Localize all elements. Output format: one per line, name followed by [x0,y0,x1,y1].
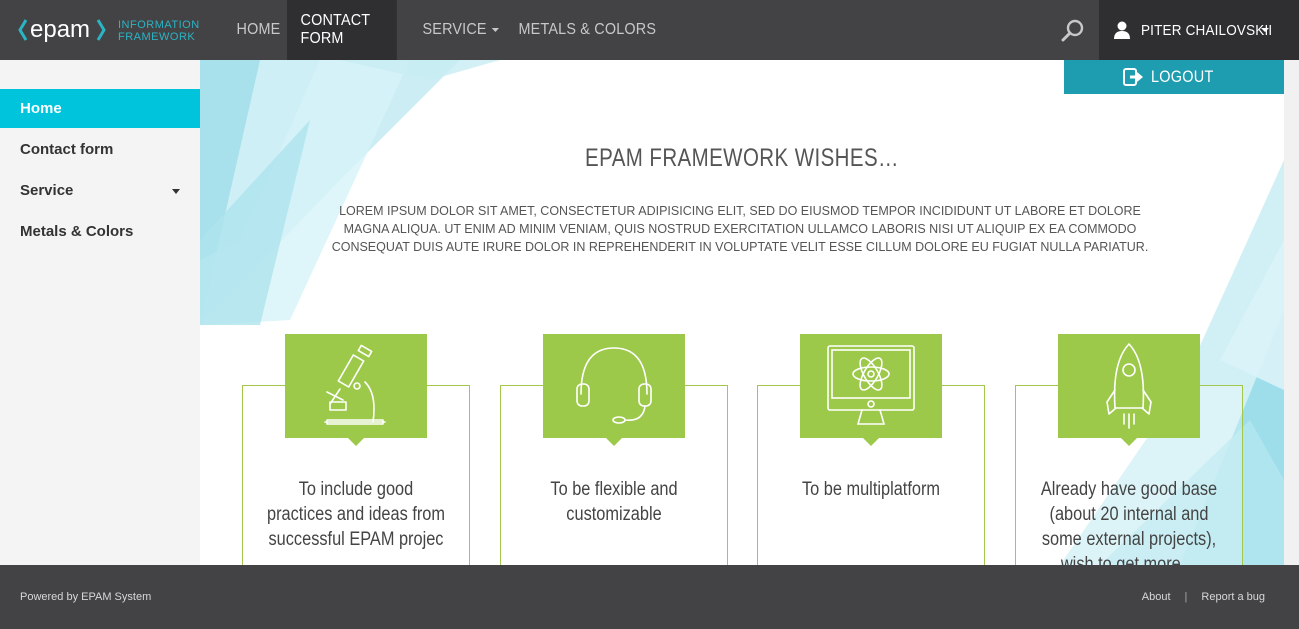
nav-contact-form[interactable]: CONTACT FORM [287,0,397,60]
logo-subtitle-line2: FRAMEWORK [118,31,196,43]
sidebar-item-label: Service [20,182,74,199]
powered-by-text: Powered by EPAM System [20,591,152,603]
sidebar-item-service[interactable]: Service [0,171,200,210]
sidebar-item-metals-colors[interactable]: Metals & Colors [0,212,200,251]
benefit-icon-container [800,334,942,438]
benefit-text: To include good practices and ideas from… [266,479,446,550]
user-menu[interactable]: PITER CHAILOVSKII [1099,0,1299,60]
footer-separator: | [1184,591,1188,603]
benefit-icon-container [1058,334,1200,438]
page-title: EPAM FRAMEWORK WISHES… [585,144,899,172]
main-nav: HOME CONTACT FORM SERVICE METALS & COLOR… [223,0,688,60]
nav-home-label: HOME [236,21,281,38]
logo-subtitle-line1: INFORMATION [118,19,200,31]
benefit-icon-container [285,334,427,438]
benefit-pointer [863,438,879,446]
nav-contact-form-label: CONTACT FORM [300,12,371,47]
rocket-icon [1106,343,1152,429]
sidebar-item-contact-form[interactable]: Contact form [0,130,200,169]
report-bug-link[interactable]: Report a bug [1201,591,1265,603]
benefit-pointer [1121,438,1137,446]
vertical-scrollbar[interactable] [1284,60,1299,565]
nav-home[interactable]: HOME [223,0,281,60]
benefit-text: To be multiplatform [801,479,941,500]
benefit-pointer [606,438,622,446]
benefit-card: To include good practices and ideas from… [242,334,470,565]
chevron-down-icon [172,189,180,194]
logo-subtitle: INFORMATION FRAMEWORK [118,19,200,43]
nav-service-label: SERVICE [422,21,487,38]
logout-label: LOGOUT [1151,67,1214,86]
benefit-icon-container [543,334,685,438]
benefit-text: To be flexible and customizable [550,479,678,525]
sidebar: Home Contact form Service Metals & Color… [0,60,200,565]
page-description: LOREM IPSUM DOLOR SIT AMET, CONSECTETUR … [331,204,1149,254]
benefit-pointer [348,438,364,446]
epam-logo[interactable]: epam [18,12,108,48]
logo-text: epam [30,16,90,43]
sidebar-item-home[interactable]: Home [0,89,200,128]
nav-metals-colors-label: METALS & COLORS [518,21,657,38]
top-header: epam INFORMATION FRAMEWORK HOME CONTACT … [0,0,1299,60]
headset-icon [576,347,652,424]
user-name: PITER CHAILOVSKII [1141,21,1273,39]
user-icon [1114,21,1130,39]
sidebar-item-label: Contact form [20,141,114,158]
footer: Powered by EPAM System About | Report a … [0,565,1299,629]
benefit-card: To be flexible and customizable [500,334,728,565]
about-link[interactable]: About [1142,591,1171,603]
chevron-down-icon [492,28,500,32]
footer-links: About | Report a bug [1142,591,1265,603]
logout-button[interactable]: LOGOUT [1064,60,1284,94]
benefit-text: Already have good base (about 20 interna… [1040,479,1218,565]
benefit-card: Already have good base (about 20 interna… [1015,334,1243,565]
monitor-icon [827,345,915,425]
nav-metals-colors[interactable]: METALS & COLORS [505,0,670,60]
sidebar-item-label: Home [20,100,62,117]
search-icon[interactable] [1058,16,1088,46]
nav-service[interactable]: SERVICE [409,0,500,60]
sidebar-item-label: Metals & Colors [20,223,134,240]
logout-icon [1123,68,1144,86]
main-content: LOGOUT EPAM FRAMEWORK WISHES… LOREM IPSU… [200,60,1284,565]
microscope-icon [324,344,386,425]
chevron-down-icon [1261,28,1269,32]
benefit-card: To be multiplatform [757,334,985,565]
